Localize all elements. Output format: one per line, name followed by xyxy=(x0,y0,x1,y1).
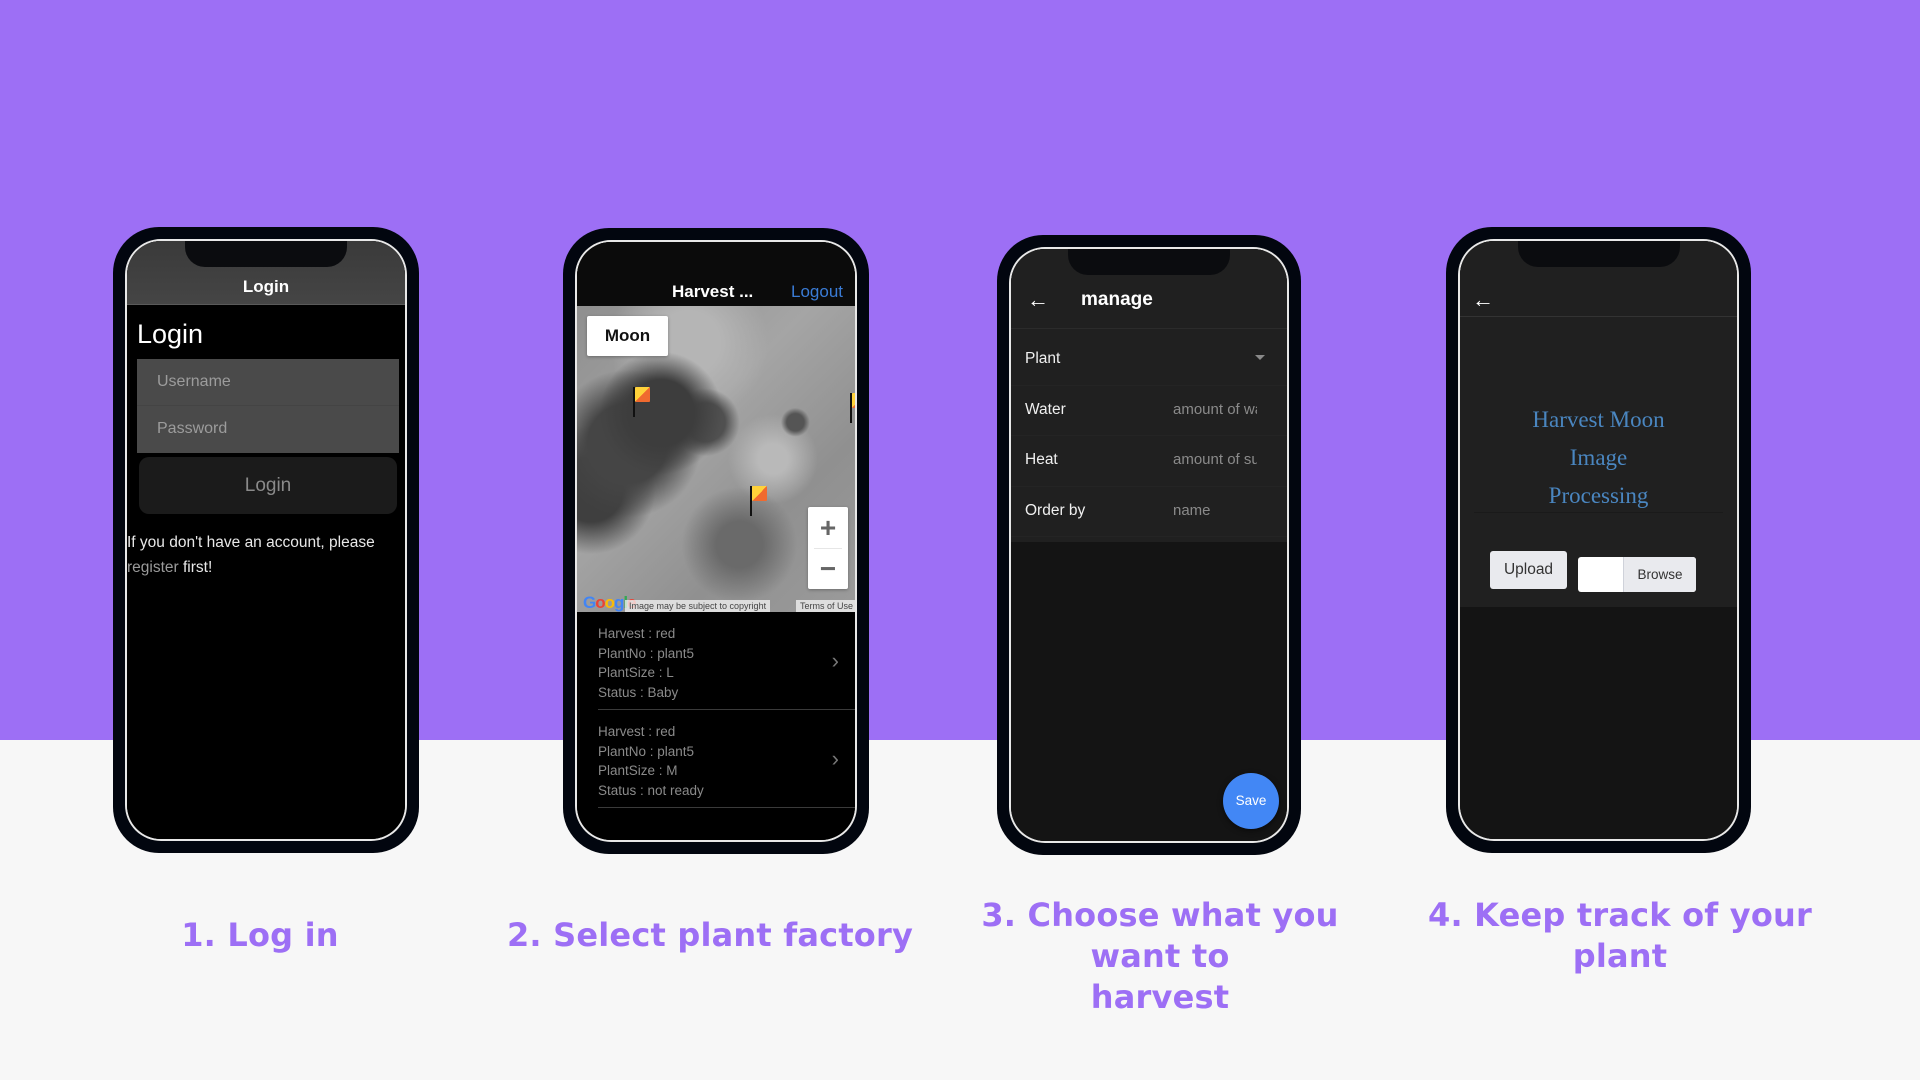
phone-notch xyxy=(1068,249,1230,275)
item-line: PlantNo : plant5 xyxy=(598,743,695,759)
back-arrow-icon[interactable]: ← xyxy=(1472,287,1494,313)
zoom-in-button[interactable]: + xyxy=(808,507,848,548)
map-type-button[interactable]: Moon xyxy=(587,316,668,356)
caption-line: 1. Log in xyxy=(181,916,339,954)
moon-map[interactable]: Moon + − Google Image may be subject to … xyxy=(577,306,855,612)
map-copyright: Image may be subject to copyright xyxy=(625,600,771,612)
logout-button[interactable]: Logout xyxy=(791,282,843,302)
phone-notch xyxy=(1517,241,1680,267)
phone-image-processing-mockup: ← Harvest Moon Image Processing Upload B… xyxy=(1446,227,1751,853)
chevron-right-icon: › xyxy=(831,648,839,673)
item-line: Harvest : red xyxy=(598,626,676,641)
upload-button[interactable]: Upload xyxy=(1490,551,1567,589)
item-line: PlantSize : L xyxy=(598,665,674,680)
register-note: If you don't have an account, please reg… xyxy=(127,530,405,580)
zoom-out-button[interactable]: − xyxy=(808,548,848,589)
manage-form: Plant Water amount of water Heat amount … xyxy=(1011,329,1287,542)
item-line: PlantSize : M xyxy=(598,763,678,778)
list-item[interactable]: Harvest : red PlantNo : plant5 PlantSize… xyxy=(598,612,855,710)
nav-title: Login xyxy=(242,277,290,296)
order-by-field[interactable]: Order by name xyxy=(1011,487,1287,537)
file-input[interactable]: Browse xyxy=(1578,557,1696,592)
title-line: Image xyxy=(1569,445,1628,470)
phone-notch xyxy=(185,241,347,267)
nav-title: Harvest ... xyxy=(672,282,754,301)
back-arrow-icon[interactable]: ← xyxy=(1027,287,1049,313)
step-caption-2: 2. Select plant factory xyxy=(490,915,930,956)
field-label: Order by xyxy=(1025,501,1086,519)
login-button[interactable]: Login xyxy=(139,457,397,514)
water-field[interactable]: Water amount of water xyxy=(1011,386,1287,436)
note-suffix: first! xyxy=(183,559,213,576)
nav-bar: Harvest ... Logout xyxy=(577,242,855,306)
caption-line: want to xyxy=(1090,937,1230,975)
page-title: Harvest Moon Image Processing xyxy=(1460,401,1737,515)
flag-icon[interactable] xyxy=(750,486,768,516)
plant-dropdown[interactable]: Plant xyxy=(1011,335,1287,386)
caption-line: 3. Choose what you xyxy=(981,896,1339,934)
phone-login-mockup: Login Login Username Password Login If y… xyxy=(113,227,419,853)
phone-manage-mockup: ← manage Plant Water amount of water Hea… xyxy=(997,235,1301,855)
field-label: Water xyxy=(1025,400,1066,418)
page-title: manage xyxy=(1081,289,1153,310)
field-value[interactable]: amount of water xyxy=(1173,401,1257,418)
password-field[interactable]: Password xyxy=(137,406,399,452)
heat-field[interactable]: Heat amount of sun xyxy=(1011,436,1287,487)
upload-card: Harvest Moon Image Processing Upload Bro… xyxy=(1460,317,1737,607)
terms-of-use-link[interactable]: Terms of Use xyxy=(795,600,855,612)
page-title: Login xyxy=(137,319,204,349)
item-line: PlantNo : plant5 xyxy=(598,645,695,661)
dropdown-caret-icon xyxy=(1255,355,1265,360)
note-text: If you don't have an account, please xyxy=(127,534,375,551)
map-footer: Google Image may be subject to copyright… xyxy=(577,594,855,612)
phone-screen: ← Harvest Moon Image Processing Upload B… xyxy=(1458,239,1739,841)
register-link[interactable]: register xyxy=(127,559,179,576)
caption-line: 4. Keep track of your plant xyxy=(1428,896,1812,975)
field-value[interactable]: name xyxy=(1173,502,1257,519)
map-zoom-control: + − xyxy=(808,507,848,589)
caption-line: harvest xyxy=(1090,978,1230,1016)
item-line: Harvest : red xyxy=(598,724,676,739)
phone-map-mockup: Harvest ... Logout Moon + − Google Image… xyxy=(563,228,869,854)
field-label: Plant xyxy=(1025,350,1061,367)
title-line: Processing xyxy=(1548,483,1649,508)
item-line: Status : Baby xyxy=(598,684,679,700)
field-value[interactable]: amount of sun xyxy=(1173,451,1257,468)
browse-button[interactable]: Browse xyxy=(1623,557,1696,592)
plant-list: Harvest : red PlantNo : plant5 PlantSize… xyxy=(577,612,855,808)
list-item[interactable]: Harvest : red PlantNo : plant5 PlantSize… xyxy=(598,710,855,808)
step-caption-1: 1. Log in xyxy=(160,915,360,956)
divider xyxy=(1474,512,1723,513)
step-caption-4: 4. Keep track of your plant xyxy=(1380,895,1860,977)
phone-screen: ← manage Plant Water amount of water Hea… xyxy=(1009,247,1289,843)
username-field[interactable]: Username xyxy=(137,359,399,406)
flag-icon[interactable] xyxy=(850,393,855,423)
phone-screen: Login Login Username Password Login If y… xyxy=(125,239,407,841)
item-line: Status : not ready xyxy=(598,782,704,798)
step-caption-3: 3. Choose what you want to harvest xyxy=(975,895,1345,1018)
title-line: Harvest Moon xyxy=(1532,407,1665,432)
field-label: Heat xyxy=(1025,451,1058,468)
flag-icon[interactable] xyxy=(633,387,651,417)
login-form: Username Password xyxy=(137,359,399,453)
save-button[interactable]: Save xyxy=(1223,773,1279,829)
phone-screen: Harvest ... Logout Moon + − Google Image… xyxy=(575,240,857,842)
chevron-right-icon: › xyxy=(831,746,839,771)
caption-line: 2. Select plant factory xyxy=(506,916,914,954)
